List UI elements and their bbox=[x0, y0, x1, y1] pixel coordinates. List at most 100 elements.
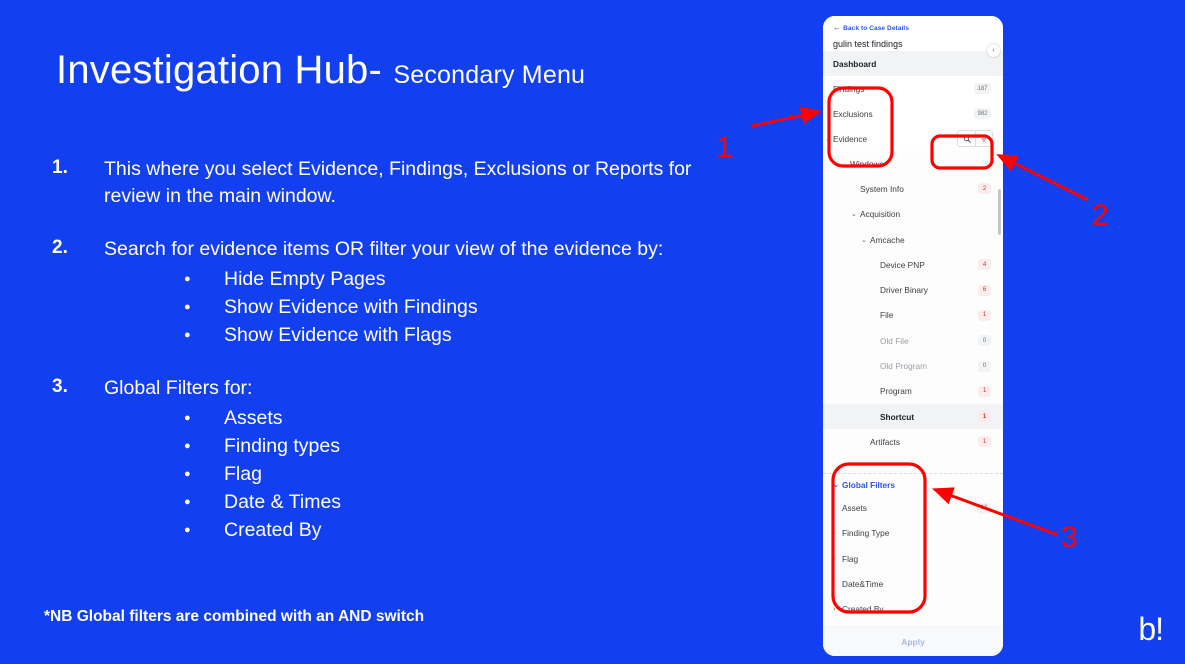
tree-row[interactable]: ⌄ Amcache bbox=[823, 227, 1003, 252]
point-number: 3. bbox=[52, 376, 68, 397]
global-filters-section: ⌄ Global Filters Assets 12 › Finding Type › F… bbox=[823, 472, 1003, 626]
footnote: *NB Global filters are combined with an … bbox=[44, 608, 425, 625]
back-to-case-details-link[interactable]: ← Back to Case Details bbox=[833, 24, 993, 32]
count-badge: 0 bbox=[978, 360, 991, 372]
scrollbar-thumb[interactable] bbox=[998, 189, 1001, 235]
tree-row-label: Old File bbox=[880, 335, 909, 346]
chevron-down-icon: ⌄ bbox=[825, 135, 831, 143]
filter-row[interactable]: › Flag bbox=[823, 546, 1003, 571]
tree-row[interactable]: ⌄ Windows bbox=[823, 151, 1003, 176]
tree-row[interactable]: Device PNP 4 bbox=[823, 252, 1003, 277]
search-icon bbox=[963, 135, 971, 143]
chevron-down-icon: ⌄ bbox=[833, 481, 839, 489]
tree-row[interactable]: Old File 0 bbox=[823, 328, 1003, 353]
list-item: 3. Global Filters for: Assets Finding ty… bbox=[52, 375, 712, 544]
tree-row[interactable]: System Info 2 bbox=[823, 176, 1003, 201]
arrow-left-icon: ← bbox=[833, 23, 842, 32]
point-text: Search for evidence items OR filter your… bbox=[104, 238, 664, 260]
numbered-points-list: 1. This where you select Evidence, Findi… bbox=[52, 156, 712, 570]
count-badge: 1 bbox=[978, 309, 991, 321]
sub-bullet: Assets bbox=[104, 404, 712, 432]
sub-bullet: Hide Empty Pages bbox=[104, 265, 712, 293]
back-link-label: Back to Case Details bbox=[843, 24, 910, 32]
global-filters-title: Global Filters bbox=[842, 479, 896, 490]
chevron-right-icon: › bbox=[833, 555, 836, 563]
count-badge: 982 bbox=[973, 108, 991, 119]
secondary-menu-panel: ‹ ← Back to Case Details gulin test find… bbox=[823, 16, 1003, 656]
page-title: Investigation Hub- Secondary Menu bbox=[56, 48, 585, 93]
brand-logo: b! bbox=[1138, 611, 1164, 647]
tree-row[interactable]: Artifacts 1 bbox=[823, 429, 1003, 454]
global-filters-header[interactable]: ⌄ Global Filters bbox=[823, 474, 1003, 496]
list-item: 1. This where you select Evidence, Findi… bbox=[52, 156, 712, 210]
sub-bullet: Show Evidence with Findings bbox=[104, 293, 712, 321]
filter-row-label: Created By bbox=[842, 604, 884, 615]
filter-row[interactable]: Assets 12 bbox=[823, 496, 1003, 521]
annotation-number-1: 1 bbox=[716, 131, 733, 164]
search-button[interactable] bbox=[958, 131, 975, 146]
chevron-down-icon: ⌄ bbox=[851, 211, 857, 219]
tree-row-label: System Info bbox=[860, 183, 904, 194]
tree-row[interactable]: Program 1 bbox=[823, 379, 1003, 404]
case-title: gulin test findings bbox=[833, 39, 903, 49]
point-number: 2. bbox=[52, 237, 68, 258]
filter-row-label: Flag bbox=[842, 553, 859, 564]
arrow-2 bbox=[996, 154, 1089, 202]
page-title-main: Investigation Hub bbox=[56, 48, 369, 92]
sub-bullet: Flag bbox=[104, 460, 712, 488]
sub-bullet-list: Assets Finding types Flag Date & Times C… bbox=[104, 404, 712, 544]
sidebar-item-dashboard[interactable]: Dashboard bbox=[823, 51, 1003, 76]
count-badge: 6 bbox=[978, 284, 991, 296]
filter-row[interactable]: › Date&Time bbox=[823, 571, 1003, 596]
chevron-down-icon: ⌄ bbox=[861, 236, 867, 244]
count-badge: 1 bbox=[978, 436, 991, 448]
tree-row-label: Program bbox=[880, 386, 912, 397]
tree-row[interactable]: Driver Binary 6 bbox=[823, 277, 1003, 302]
sub-bullet: Created By bbox=[104, 516, 712, 544]
count-badge: 187 bbox=[973, 83, 991, 94]
sub-bullet: Date & Times bbox=[104, 488, 712, 516]
chevron-left-icon: ‹ bbox=[992, 47, 995, 54]
point-text: Global Filters for: bbox=[104, 377, 253, 399]
tree-row-label: Acquisition bbox=[860, 209, 901, 220]
tree-row-label: Old Program bbox=[880, 361, 928, 372]
count-badge: 2 bbox=[978, 183, 991, 195]
apply-bar: Apply bbox=[823, 626, 1003, 656]
count-badge: 0 bbox=[978, 335, 991, 347]
sidebar-item-label: Findings bbox=[833, 83, 865, 94]
list-item: 2. Search for evidence items OR filter y… bbox=[52, 236, 712, 349]
sidebar-item-exclusions[interactable]: Exclusions 982 bbox=[823, 101, 1003, 126]
point-text: This where you select Evidence, Findings… bbox=[104, 158, 692, 207]
arrow-1 bbox=[751, 106, 823, 128]
tree-row[interactable]: Old Program 0 bbox=[823, 353, 1003, 378]
funnel-filter-icon bbox=[980, 136, 988, 141]
sidebar-item-findings[interactable]: Findings 187 bbox=[823, 76, 1003, 101]
apply-button[interactable]: Apply bbox=[901, 637, 925, 647]
panel-header: ← Back to Case Details gulin test findin… bbox=[823, 16, 1003, 51]
tree-scrollbar[interactable] bbox=[998, 151, 1001, 473]
filter-row-label: Finding Type bbox=[842, 528, 890, 539]
count-badge: 12 bbox=[977, 502, 991, 514]
tree-row[interactable]: File 1 bbox=[823, 303, 1003, 328]
tree-row-label: Artifacts bbox=[870, 436, 900, 447]
tree-row-label: Windows bbox=[850, 158, 884, 169]
annotation-number-2: 2 bbox=[1092, 199, 1109, 232]
sidebar-item-label: Exclusions bbox=[833, 108, 873, 119]
filter-button[interactable] bbox=[975, 131, 992, 146]
sub-bullet: Show Evidence with Flags bbox=[104, 321, 712, 349]
count-badge: 4 bbox=[978, 259, 991, 271]
collapse-panel-button[interactable]: ‹ bbox=[987, 44, 1000, 57]
filter-row[interactable]: › Finding Type bbox=[823, 521, 1003, 546]
filter-row-label: Date&Time bbox=[842, 579, 884, 590]
sub-bullet: Finding types bbox=[104, 432, 712, 460]
chevron-right-icon: › bbox=[833, 529, 836, 537]
page-title-subtitle: Secondary Menu bbox=[393, 61, 586, 89]
point-number: 1. bbox=[52, 157, 68, 178]
tree-row[interactable]: Shortcut 1 bbox=[823, 403, 1003, 430]
filter-row[interactable]: › Created By bbox=[823, 597, 1003, 622]
tree-row[interactable]: ⌄ Acquisition bbox=[823, 202, 1003, 227]
tree-row-label: File bbox=[880, 310, 894, 321]
tree-row-label: Device PNP bbox=[880, 259, 925, 270]
count-badge: 1 bbox=[978, 385, 991, 397]
sub-bullet-list: Hide Empty Pages Show Evidence with Find… bbox=[104, 265, 712, 349]
